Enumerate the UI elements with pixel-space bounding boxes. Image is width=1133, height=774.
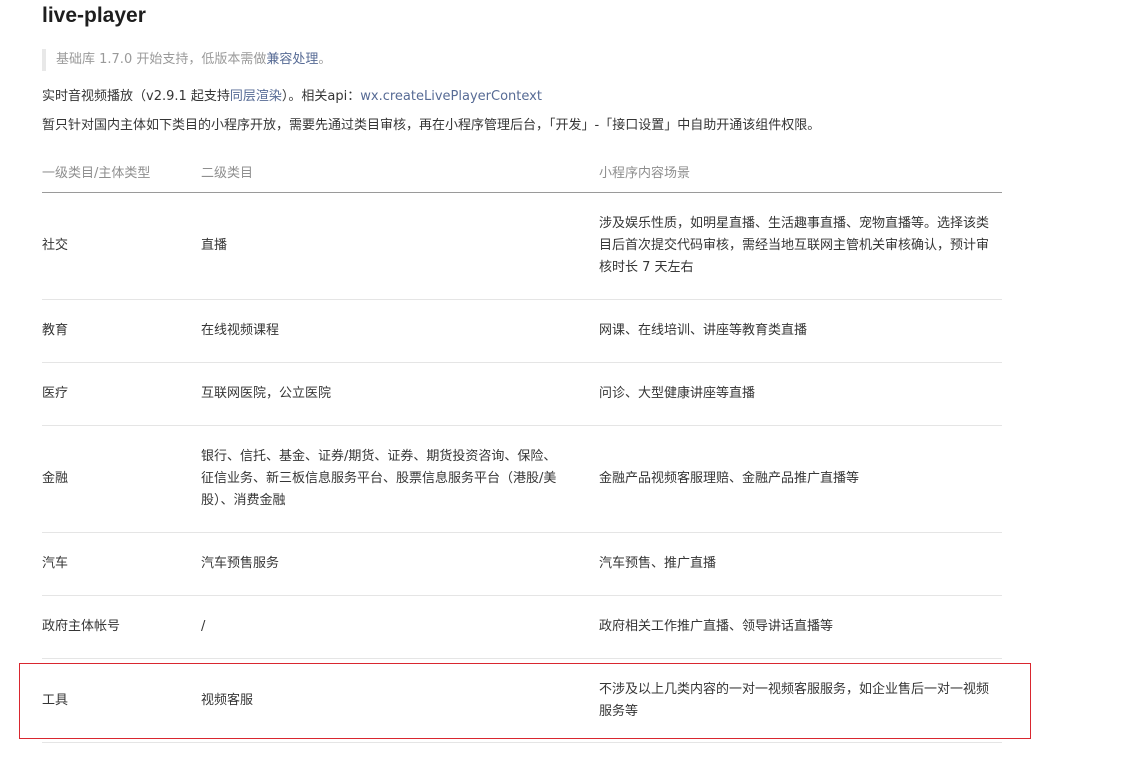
description-middle: ）。相关api： — [281, 89, 361, 104]
description-line-1: 实时音视频播放（v2.9.1 起支持同层渲染）。相关api：wx.createL… — [42, 87, 542, 107]
page-title: live-player — [42, 4, 146, 27]
secondary-category-cell: 互联网医院，公立医院 — [201, 362, 599, 426]
content-scene-cell: 问诊、大型健康讲座等直播 — [599, 362, 1002, 426]
description-line-2: 暂只针对国内主体如下类目的小程序开放，需要先通过类目审核，再在小程序管理后台，「… — [42, 118, 821, 133]
primary-category-cell: 汽车 — [42, 532, 201, 596]
support-notice: 基础库 1.7.0 开始支持，低版本需做兼容处理。 — [42, 49, 331, 71]
secondary-category-cell: 汽车预售服务 — [201, 532, 599, 596]
content-scene-cell: 政府相关工作推广直播、领导讲话直播等 — [599, 595, 1002, 659]
table-row: 金融 银行、信托、基金、证券/期货、证券、期货投资咨询、保险、征信业务、新三板信… — [42, 425, 1002, 533]
support-notice-text: 基础库 1.7.0 开始支持，低版本需做 — [56, 52, 267, 67]
column-header: 二级类目 — [201, 150, 599, 193]
primary-category-cell: 社交 — [42, 192, 201, 300]
table-row: 汽车 汽车预售服务 汽车预售、推广直播 — [42, 532, 1002, 596]
content-scene-cell: 涉及娱乐性质，如明星直播、生活趣事直播、宠物直播等。选择该类目后首次提交代码审核… — [599, 192, 1002, 300]
primary-category-cell: 教育 — [42, 299, 201, 363]
secondary-category-cell: / — [201, 595, 599, 659]
secondary-category-cell: 直播 — [201, 192, 599, 300]
table-row: 医疗 互联网医院，公立医院 问诊、大型健康讲座等直播 — [42, 362, 1002, 426]
primary-category-cell: 金融 — [42, 425, 201, 533]
api-link[interactable]: wx.createLivePlayerContext — [360, 89, 542, 104]
content-scene-cell: 汽车预售、推广直播 — [599, 532, 1002, 596]
secondary-category-cell: 在线视频课程 — [201, 299, 599, 363]
content-scene-cell: 不涉及以上几类内容的一对一视频客服服务，如企业售后一对一视频服务等 — [599, 658, 1002, 743]
primary-category-cell: 政府主体帐号 — [42, 595, 201, 659]
primary-category-cell: 工具 — [42, 658, 201, 743]
column-header: 小程序内容场景 — [599, 150, 1002, 193]
column-header: 一级类目/主体类型 — [42, 150, 201, 193]
compat-link[interactable]: 兼容处理 — [266, 52, 318, 67]
secondary-category-cell: 银行、信托、基金、证券/期货、证券、期货投资咨询、保险、征信业务、新三板信息服务… — [201, 425, 599, 533]
secondary-category-cell: 视频客服 — [201, 658, 599, 743]
content-scene-cell: 网课、在线培训、讲座等教育类直播 — [599, 299, 1002, 363]
table-row: 政府主体帐号 / 政府相关工作推广直播、领导讲话直播等 — [42, 595, 1002, 659]
same-layer-render-link[interactable]: 同层渲染 — [230, 89, 282, 104]
content-scene-cell: 金融产品视频客服理赔、金融产品推广直播等 — [599, 425, 1002, 533]
description-prefix: 实时音视频播放（v2.9.1 起支持 — [42, 89, 230, 104]
table-row: 教育 在线视频课程 网课、在线培训、讲座等教育类直播 — [42, 299, 1002, 363]
table-header-row: 一级类目/主体类型 二级类目 小程序内容场景 — [42, 150, 1002, 193]
category-table: 一级类目/主体类型 二级类目 小程序内容场景 社交 直播 涉及娱乐性质，如明星直… — [42, 150, 1002, 743]
primary-category-cell: 医疗 — [42, 362, 201, 426]
table-row: 社交 直播 涉及娱乐性质，如明星直播、生活趣事直播、宠物直播等。选择该类目后首次… — [42, 192, 1002, 300]
table-row-highlighted: 工具 视频客服 不涉及以上几类内容的一对一视频客服服务，如企业售后一对一视频服务… — [42, 658, 1002, 743]
support-notice-suffix: 。 — [318, 52, 332, 67]
